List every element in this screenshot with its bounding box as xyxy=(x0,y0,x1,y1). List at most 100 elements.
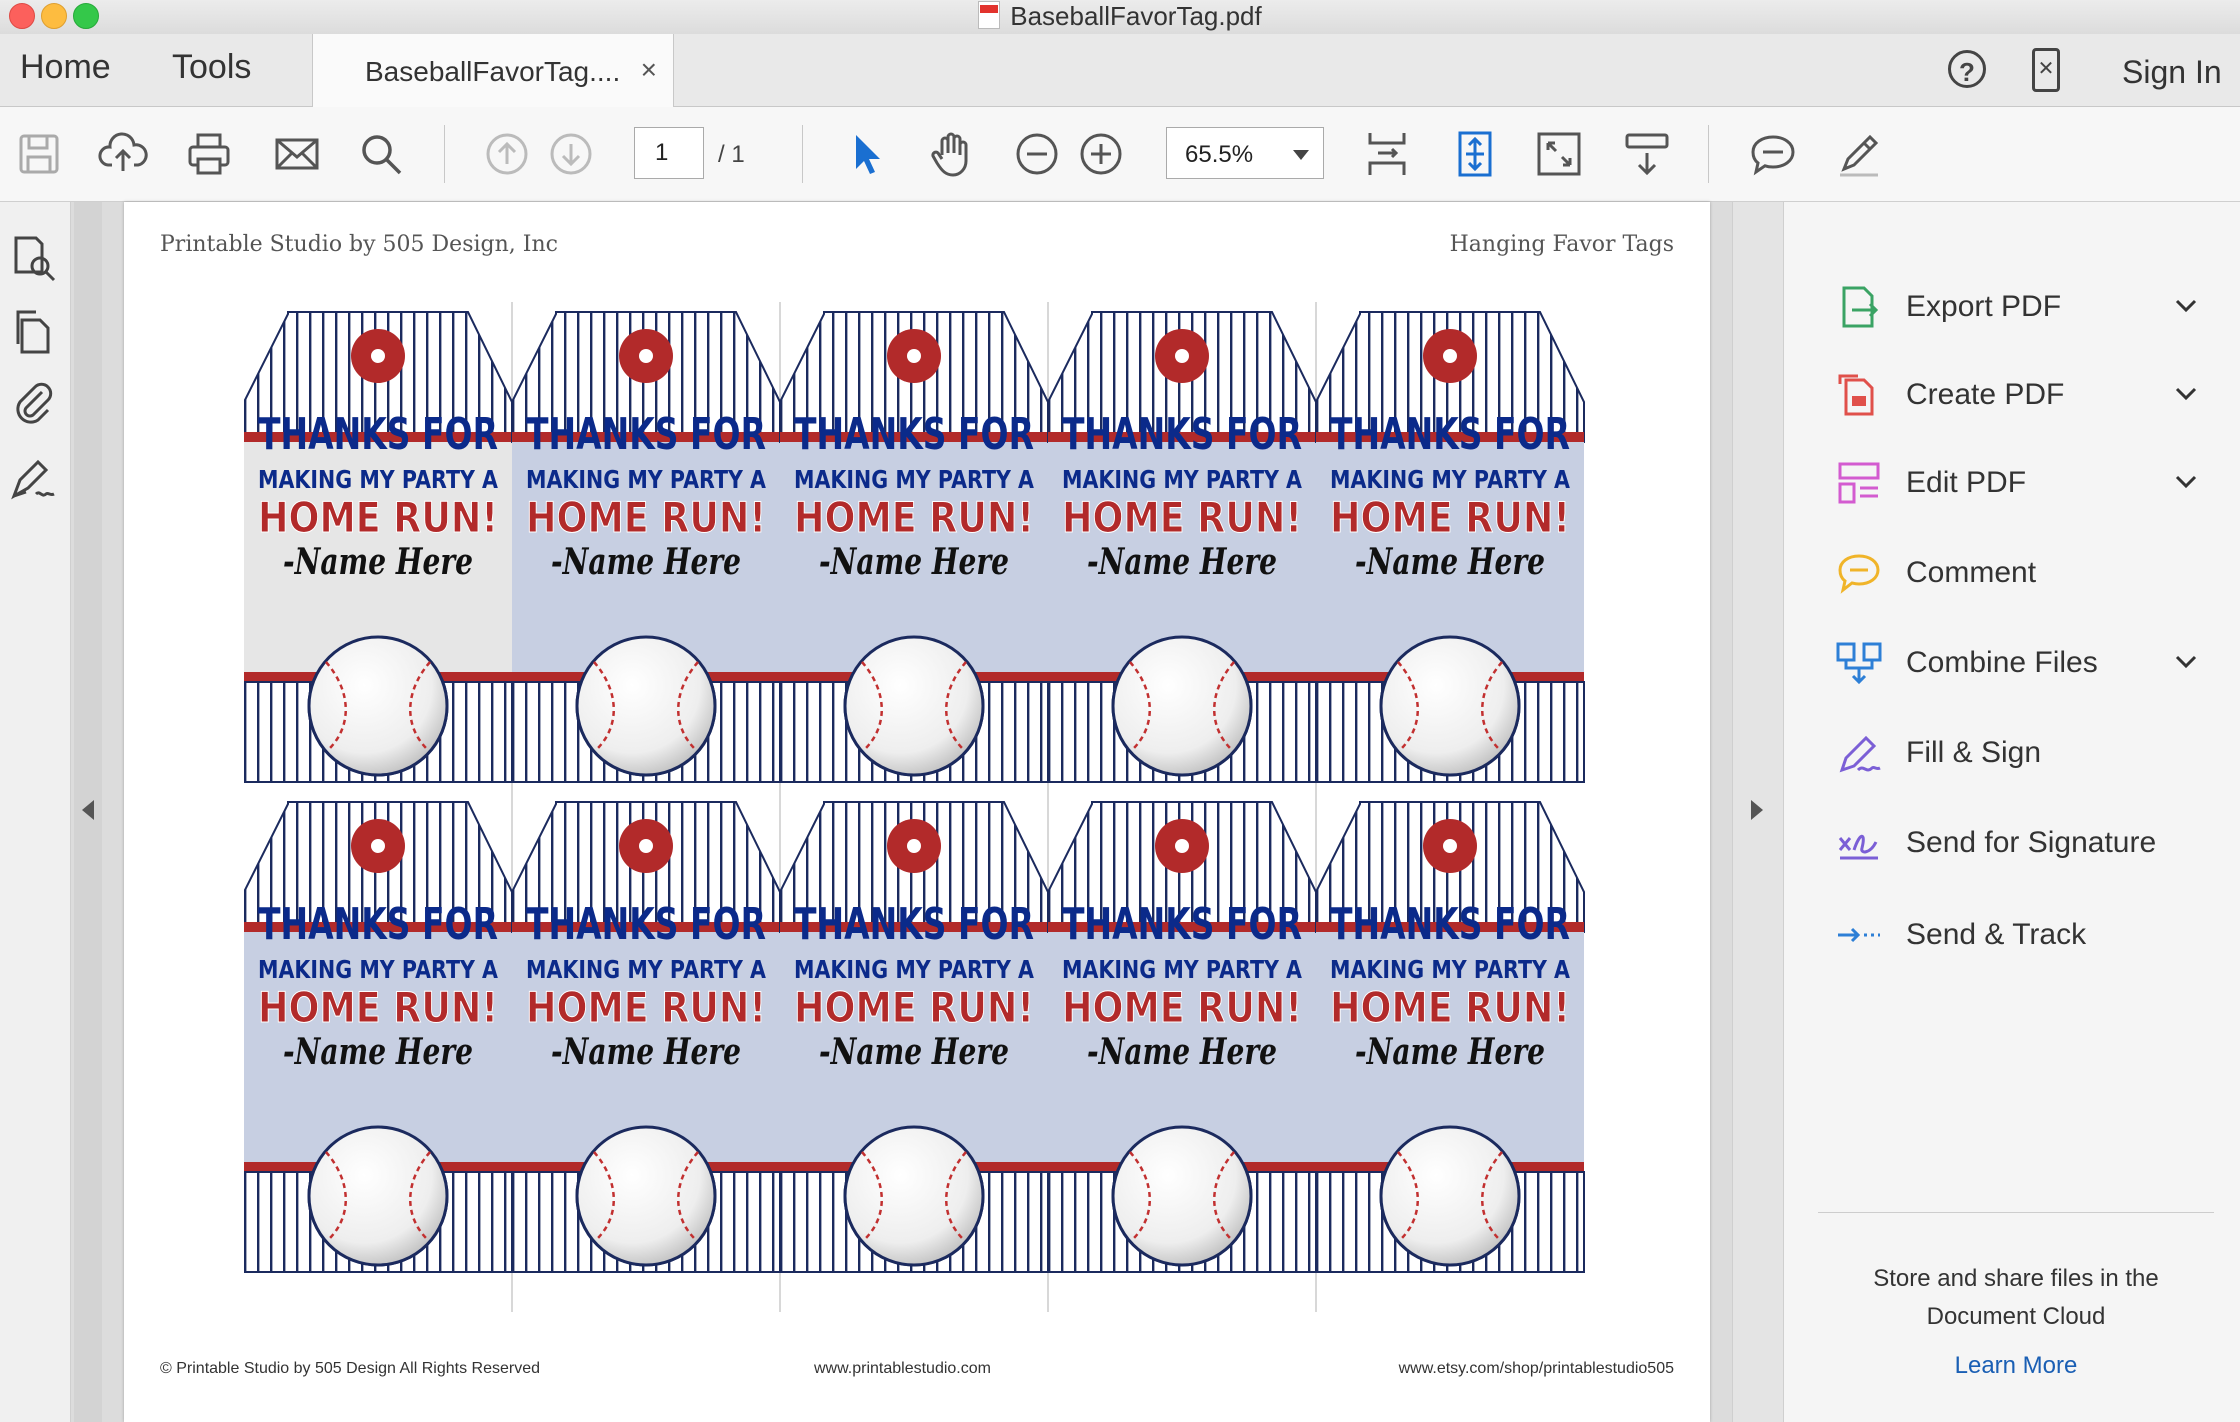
highlight-pen-icon[interactable] xyxy=(1834,129,1884,179)
tag-text-line4: -Name Here xyxy=(551,1031,741,1073)
scroll-mode-icon[interactable] xyxy=(1362,129,1412,179)
tag-text-line2: MAKING MY PARTY A xyxy=(1062,465,1303,494)
signature-pen-icon[interactable] xyxy=(8,454,58,504)
tag-text-line3: HOME RUN! xyxy=(258,983,498,1032)
tab-document[interactable]: BaseballFavorTag.... × xyxy=(312,34,674,107)
comment-icon[interactable] xyxy=(1748,129,1798,179)
cloud-message-line: Document Cloud xyxy=(1926,1303,2106,1330)
favor-tag: THANKS FOR MAKING MY PARTY AHOME RUN!-Nam… xyxy=(778,310,1050,784)
right-panel-toggle[interactable] xyxy=(1732,202,1784,1422)
next-page-icon[interactable] xyxy=(546,129,596,179)
tag-text-line1: THANKS FOR xyxy=(526,899,766,950)
pages-icon[interactable] xyxy=(8,306,58,356)
save-icon[interactable] xyxy=(14,129,64,179)
tabs-row: Home Tools BaseballFavorTag.... × ? ✕ Si… xyxy=(0,34,2240,107)
favor-tag: THANKS FOR MAKING MY PARTY AHOME RUN!-Nam… xyxy=(244,800,514,1274)
tool-label: Send & Track xyxy=(1906,918,2087,951)
tool-create-pdf[interactable]: Create PDF xyxy=(1784,360,2240,430)
chevron-down-icon[interactable] xyxy=(2172,468,2200,496)
tool-edit-pdf[interactable]: Edit PDF xyxy=(1784,448,2240,518)
page-footer-center: www.printablestudio.com xyxy=(814,1360,991,1377)
fill-sign-icon xyxy=(1836,730,1882,776)
zoom-in-icon[interactable] xyxy=(1076,129,1126,179)
tag-text-line1: THANKS FOR xyxy=(1062,899,1302,950)
combine-files-icon xyxy=(1836,640,1882,686)
tag-text-line2: MAKING MY PARTY A xyxy=(1330,465,1571,494)
baseball-icon xyxy=(575,635,717,777)
left-panel-toggle[interactable] xyxy=(74,202,102,1422)
baseball-icon xyxy=(575,1125,717,1267)
page-thumbnails-icon[interactable] xyxy=(8,232,58,282)
print-icon[interactable] xyxy=(184,129,234,179)
favor-tag: THANKS FOR MAKING MY PARTY AHOME RUN!-Nam… xyxy=(510,800,782,1274)
tag-text-line2: MAKING MY PARTY A xyxy=(258,955,499,984)
tag-text-line1: THANKS FOR xyxy=(794,409,1034,460)
previous-page-icon[interactable] xyxy=(482,129,532,179)
tool-comment[interactable]: Comment xyxy=(1784,538,2240,608)
page-header-left: Printable Studio by 505 Design, Inc xyxy=(160,232,558,257)
tool-combine-files[interactable]: Combine Files xyxy=(1784,628,2240,698)
tag-text-line4: -Name Here xyxy=(283,1031,473,1073)
edit-pdf-icon xyxy=(1836,460,1882,506)
tag-text-line4: -Name Here xyxy=(819,541,1009,583)
cloud-message-line: Store and share files in the xyxy=(1873,1265,2159,1292)
baseball-icon xyxy=(1111,635,1253,777)
tab-home[interactable]: Home xyxy=(20,48,111,87)
tool-label: Send for Signature xyxy=(1906,826,2157,859)
send-signature-icon xyxy=(1836,820,1882,866)
tag-text-line2: MAKING MY PARTY A xyxy=(794,465,1035,494)
search-icon[interactable] xyxy=(356,129,406,179)
toolbar-separator xyxy=(444,125,445,183)
email-icon[interactable] xyxy=(272,129,322,179)
tool-fill-sign[interactable]: Fill & Sign xyxy=(1784,718,2240,788)
left-navigation-rail xyxy=(0,202,71,1422)
document-cloud-message: Store and share files in the Document Cl… xyxy=(1818,1260,2214,1336)
read-mode-icon[interactable] xyxy=(1622,129,1672,179)
full-screen-icon[interactable] xyxy=(1534,129,1584,179)
zoom-level-select[interactable]: 65.5% xyxy=(1166,127,1324,179)
baseball-icon xyxy=(1379,635,1521,777)
tag-text-line4: -Name Here xyxy=(819,1031,1009,1073)
tag-text-line2: MAKING MY PARTY A xyxy=(526,955,767,984)
favor-tag: THANKS FOR MAKING MY PARTY AHOME RUN!-Nam… xyxy=(510,310,782,784)
mobile-link-icon[interactable]: ✕ xyxy=(2032,48,2060,92)
tag-text-line4: -Name Here xyxy=(1355,1031,1545,1073)
zoom-out-icon[interactable] xyxy=(1012,129,1062,179)
attachment-icon[interactable] xyxy=(8,376,58,426)
chevron-down-icon[interactable] xyxy=(2172,292,2200,320)
tag-text-line3: HOME RUN! xyxy=(258,493,498,542)
main-toolbar: 1 / 1 65.5% xyxy=(0,107,2240,202)
upload-cloud-icon[interactable] xyxy=(98,129,148,179)
tag-text-line2: MAKING MY PARTY A xyxy=(526,465,767,494)
fit-page-icon[interactable] xyxy=(1450,129,1500,179)
chevron-down-icon[interactable] xyxy=(2172,380,2200,408)
tool-label: Create PDF xyxy=(1906,378,2065,411)
page-number-input[interactable]: 1 xyxy=(634,127,704,179)
favor-tag: THANKS FOR MAKING MY PARTY AHOME RUN!-Nam… xyxy=(1314,800,1586,1274)
tag-text-line3: HOME RUN! xyxy=(526,493,766,542)
baseball-icon xyxy=(843,1125,985,1267)
chevron-right-icon xyxy=(1751,800,1763,820)
chevron-down-icon[interactable] xyxy=(2172,648,2200,676)
sign-in-link[interactable]: Sign In xyxy=(2122,54,2222,91)
pdf-file-icon xyxy=(978,1,1001,29)
tool-export-pdf[interactable]: Export PDF xyxy=(1784,272,2240,342)
tag-text-line1: THANKS FOR xyxy=(258,409,498,460)
page-footer-right: www.etsy.com/shop/printablestudio505 xyxy=(1398,1360,1674,1377)
select-cursor-icon[interactable] xyxy=(842,129,892,179)
tool-send-for-signature[interactable]: Send for Signature xyxy=(1784,808,2240,878)
pdf-page[interactable]: Printable Studio by 505 Design, Inc Hang… xyxy=(124,202,1710,1422)
page-footer-left: © Printable Studio by 505 Design All Rig… xyxy=(160,1360,540,1377)
learn-more-link[interactable]: Learn More xyxy=(1818,1352,2214,1380)
close-tab-icon[interactable]: × xyxy=(641,54,657,86)
baseball-icon xyxy=(1379,1125,1521,1267)
tab-tools[interactable]: Tools xyxy=(172,48,251,87)
hand-tool-icon[interactable] xyxy=(926,129,976,179)
help-icon[interactable]: ? xyxy=(1948,50,1986,88)
tag-text-line3: HOME RUN! xyxy=(794,493,1034,542)
export-pdf-icon xyxy=(1836,284,1882,330)
tool-send-track[interactable]: Send & Track xyxy=(1784,900,2240,970)
tag-text-line2: MAKING MY PARTY A xyxy=(1062,955,1303,984)
tag-text-line3: HOME RUN! xyxy=(1330,493,1570,542)
tag-text-line4: -Name Here xyxy=(551,541,741,583)
